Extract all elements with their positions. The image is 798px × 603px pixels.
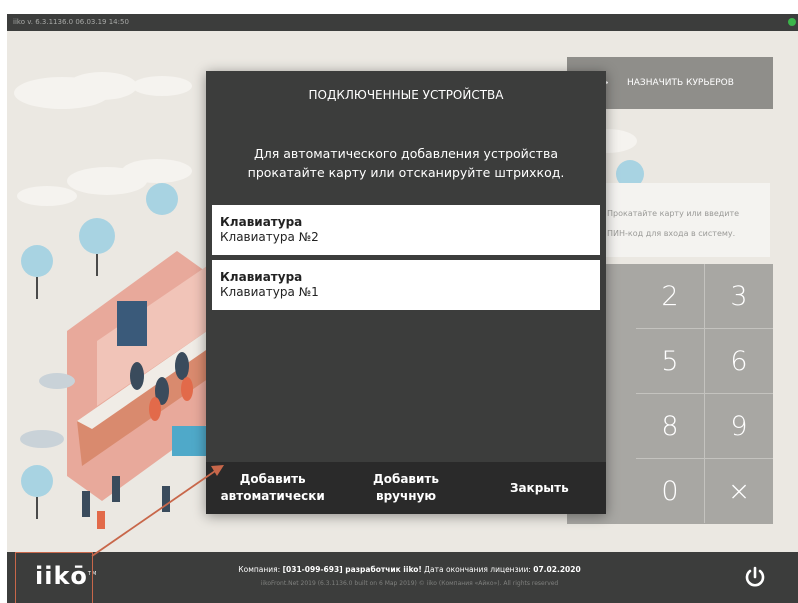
close-button[interactable]: Закрыть — [473, 462, 606, 514]
device-item[interactable]: Клавиатура Клавиатура №2 — [212, 205, 600, 255]
device-item[interactable]: Клавиатура Клавиатура №1 — [212, 260, 600, 310]
device-name: Клавиатура — [220, 270, 303, 284]
device-name: Клавиатура — [220, 215, 303, 229]
key-6[interactable]: 6 — [705, 329, 773, 394]
assign-couriers-label: НАЗНАЧИТЬ КУРЬЕРОВ — [627, 78, 734, 88]
annotation-highlight-box — [15, 552, 93, 603]
dialog-footer: Добавить автоматически Добавить вручную За… — [206, 462, 606, 514]
license-info: Компания: [031-099-693] разработчик iiko… — [238, 565, 581, 574]
status-indicator-icon — [788, 18, 796, 26]
device-detail: Клавиатура №1 — [220, 285, 319, 299]
device-detail: Клавиатура №2 — [220, 230, 319, 244]
power-button[interactable] — [743, 565, 767, 589]
key-9[interactable]: 9 — [705, 394, 773, 459]
version-info: iiko v. 6.3.1136.0 06.03.19 14:50 — [13, 18, 129, 26]
copyright-text: iikoFront.Net 2019 (6.3.1136.0 built on … — [260, 580, 559, 587]
key-5[interactable]: 5 — [636, 329, 705, 394]
key-2[interactable]: 2 — [636, 264, 705, 329]
bottom-bar: iikōTM Компания: [031-099-693] разработч… — [7, 552, 798, 603]
dialog-message: Для автоматического добавления устройств… — [247, 146, 565, 180]
login-hint-line1: Прокатайте карту или введите — [607, 209, 740, 218]
top-status-bar: iiko v. 6.3.1136.0 06.03.19 14:50 — [7, 14, 798, 31]
clear-key[interactable]: × — [705, 459, 773, 523]
add-automatically-button[interactable]: Добавить автоматически — [206, 462, 339, 514]
power-icon — [745, 566, 765, 587]
add-manually-button[interactable]: Добавить вручную — [339, 462, 472, 514]
login-hint-line2: ПИН-код для входа в систему. — [607, 229, 736, 238]
key-0[interactable]: 0 — [636, 459, 705, 523]
key-3[interactable]: 3 — [705, 264, 773, 329]
dialog-title: ПОДКЛЮЧЕННЫЕ УСТРОЙСТВА — [308, 88, 504, 102]
key-8[interactable]: 8 — [636, 394, 705, 459]
login-hint-panel: Прокатайте карту или введите ПИН-код для… — [600, 183, 770, 257]
connected-devices-dialog: ПОДКЛЮЧЕННЫЕ УСТРОЙСТВА Для автоматическ… — [206, 71, 606, 514]
